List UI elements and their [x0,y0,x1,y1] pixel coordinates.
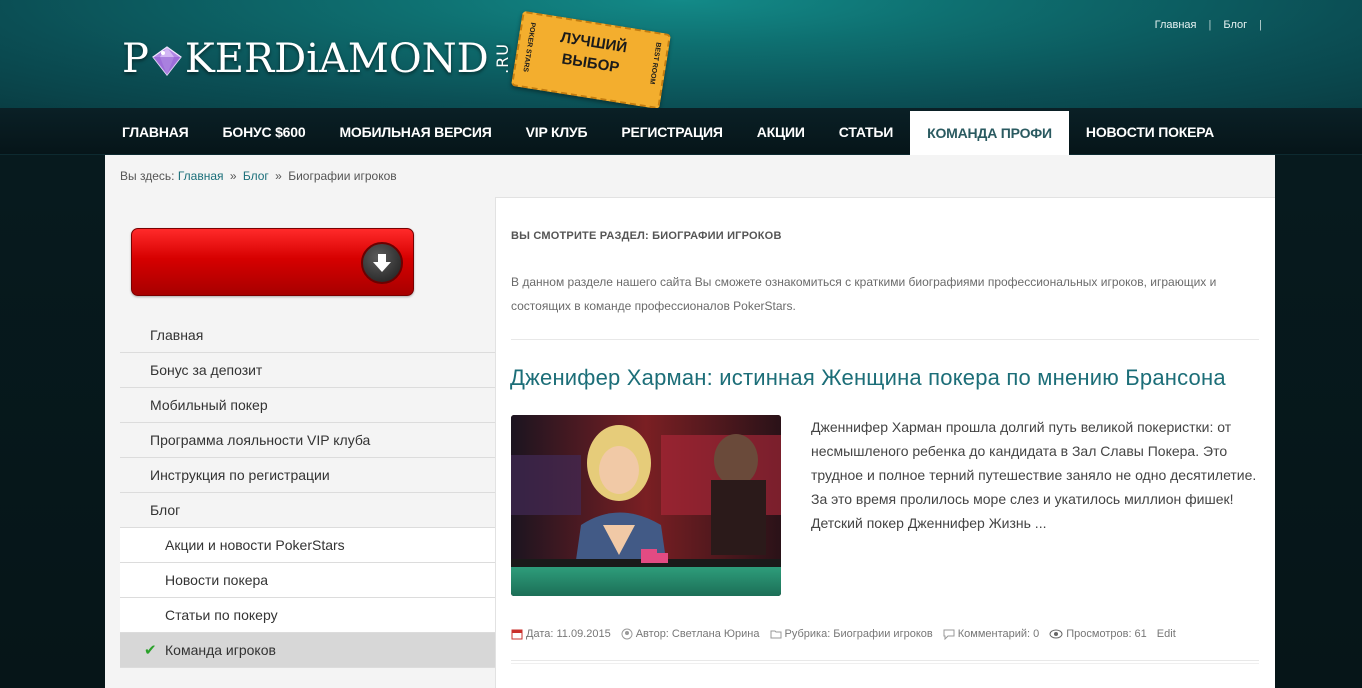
best-choice-ticket[interactable]: POKER STARS ЛУЧШИЙ ВЫБОР BEST ROOM [510,10,672,110]
sidebar-item-mobile-poker[interactable]: Мобильный покер [120,388,495,423]
site-header: P KERDiAMOND .RU POKER STARS ЛУЧШИЙ ВЫБО… [0,0,1362,110]
main-nav: ГЛАВНАЯ БОНУС $600 МОБИЛЬНАЯ ВЕРСИЯ VIP … [0,108,1362,155]
post-title[interactable]: Дженифер Харман: истинная Женщина покера… [510,365,1226,391]
nav-item-home[interactable]: ГЛАВНАЯ [105,108,206,155]
meta-comments[interactable]: Комментарий: 0 [943,628,1040,640]
comment-icon [943,629,955,640]
post-thumbnail[interactable] [511,415,781,596]
nav-item-team-pro[interactable]: КОМАНДА ПРОФИ [910,111,1069,155]
checkmark-icon: ✔ [144,642,157,659]
divider [511,660,1259,661]
nav-item-vip[interactable]: VIP КЛУБ [509,108,605,155]
meta-date: Дата: 11.09.2015 [511,628,611,640]
arrow-down-icon [361,242,403,284]
breadcrumb-separator: » [229,169,237,183]
meta-comments-text: Комментарий: 0 [957,628,1040,640]
logo-text: KERDiAMOND [184,36,489,82]
logo-suffix: .RU [492,43,512,74]
meta-category[interactable]: Рубрика: Биографии игроков [770,628,933,640]
nav-item-promotions[interactable]: АКЦИИ [740,108,822,155]
meta-category-text: Рубрика: Биографии игроков [784,628,933,640]
separator: | [1259,19,1262,31]
post-meta: Дата: 11.09.2015 Автор: Светлана Юрина Р… [511,628,1176,640]
meta-views: Просмотров: 61 [1049,628,1147,640]
nav-item-bonus[interactable]: БОНУС $600 [206,108,323,155]
sidebar-item-home[interactable]: Главная [120,318,495,353]
meta-views-text: Просмотров: 61 [1066,628,1147,640]
sidebar-item-players-team[interactable]: ✔ Команда игроков [120,633,495,668]
sidebar-item-label: Команда игроков [165,642,276,658]
separator: | [1208,19,1212,31]
meta-date-text: Дата: 11.09.2015 [526,628,611,640]
section-title: ВЫ СМОТРИТЕ РАЗДЕЛ: БИОГРАФИИ ИГРОКОВ [511,230,782,242]
sidebar-item-vip-program[interactable]: Программа лояльности VIP клуба [120,423,495,458]
site-logo[interactable]: P KERDiAMOND .RU [122,22,512,82]
sidebar-item-poker-articles[interactable]: Статьи по покеру [120,598,495,633]
sidebar-menu: Главная Бонус за депозит Мобильный покер… [120,318,495,668]
folder-icon [770,630,781,639]
top-link-blog[interactable]: Блог [1223,19,1247,31]
nav-item-registration[interactable]: РЕГИСТРАЦИЯ [604,108,739,155]
diamond-icon [150,42,184,76]
download-button[interactable] [131,228,414,296]
breadcrumb-home[interactable]: Главная [178,169,224,183]
edit-link[interactable]: Edit [1157,628,1176,640]
sidebar-item-deposit-bonus[interactable]: Бонус за депозит [120,353,495,388]
main-content: ВЫ СМОТРИТЕ РАЗДЕЛ: БИОГРАФИИ ИГРОКОВ В … [495,197,1275,688]
top-links: Главная | Блог | [1155,19,1262,31]
section-description: В данном разделе нашего сайта Вы сможете… [511,275,1217,313]
breadcrumb-blog[interactable]: Блог [243,169,269,183]
content-wrapper: Вы здесь: Главная » Блог » Биографии игр… [105,155,1275,688]
sidebar-item-blog[interactable]: Блог [120,493,495,528]
user-icon [621,628,633,640]
sidebar-item-pokerstars-news[interactable]: Акции и новости PokerStars [120,528,495,563]
sidebar-item-registration-guide[interactable]: Инструкция по регистрации [120,458,495,493]
breadcrumb: Вы здесь: Главная » Блог » Биографии игр… [120,169,397,183]
breadcrumb-separator: » [275,169,282,183]
nav-item-articles[interactable]: СТАТЬИ [822,108,910,155]
meta-author[interactable]: Автор: Светлана Юрина [621,628,760,640]
logo-letter: P [122,36,149,82]
meta-author-text: Автор: Светлана Юрина [635,628,760,640]
breadcrumb-current: Биографии игроков [288,169,397,183]
sidebar-item-poker-news[interactable]: Новости покера [120,563,495,598]
nav-item-poker-news[interactable]: НОВОСТИ ПОКЕРА [1069,108,1231,155]
top-link-home[interactable]: Главная [1155,19,1197,31]
nav-item-mobile[interactable]: МОБИЛЬНАЯ ВЕРСИЯ [322,108,508,155]
post-excerpt: Дженнифер Харман прошла долгий путь вели… [811,419,1257,531]
eye-icon [1049,629,1063,639]
divider [511,663,1259,664]
breadcrumb-prefix: Вы здесь: [120,169,175,183]
divider [511,339,1259,340]
calendar-icon [511,629,523,640]
